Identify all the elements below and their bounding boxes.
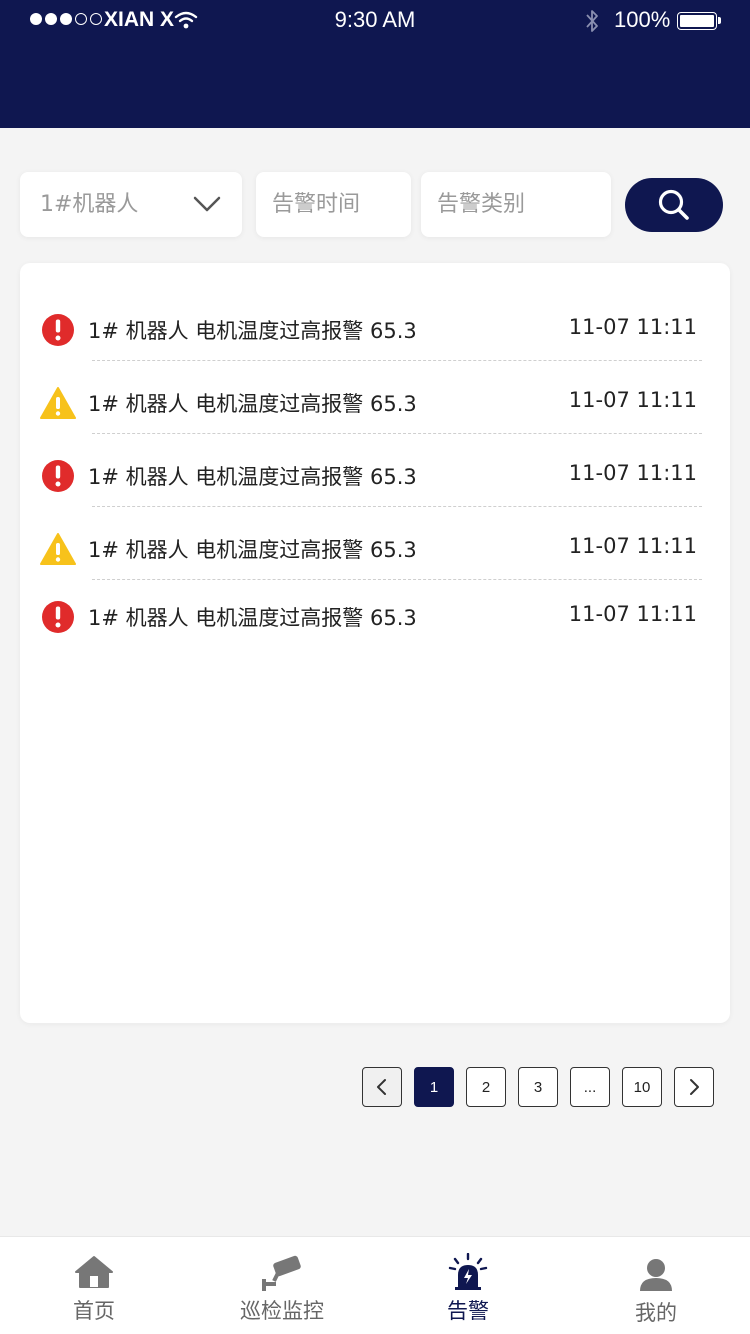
alarm-message: 1# 机器人 电机温度过高报警 65.3 bbox=[88, 392, 417, 416]
header-bar: XIAN X 9:30 AM 100% bbox=[0, 0, 750, 128]
search-icon bbox=[658, 189, 689, 220]
page-ellipsis[interactable]: ... bbox=[570, 1067, 610, 1107]
next-page-button[interactable] bbox=[674, 1067, 714, 1107]
chevron-right-icon bbox=[690, 1079, 699, 1095]
tab-alarm-label: 告警 bbox=[447, 1299, 489, 1323]
warning-icon bbox=[40, 533, 76, 565]
page-button-3[interactable]: 3 bbox=[518, 1067, 558, 1107]
alarm-time: 11-07 11:11 bbox=[568, 602, 697, 626]
row-divider bbox=[92, 579, 702, 580]
camera-icon bbox=[262, 1255, 301, 1291]
tab-home[interactable]: 首页 bbox=[40, 1237, 148, 1334]
alarm-time-input[interactable]: 告警时间 bbox=[256, 172, 411, 237]
tab-home-label: 首页 bbox=[73, 1299, 115, 1323]
warning-icon bbox=[40, 387, 76, 419]
row-divider bbox=[92, 360, 702, 361]
alarm-time: 11-07 11:11 bbox=[568, 534, 697, 558]
alarm-type-placeholder: 告警类别 bbox=[437, 192, 526, 217]
tab-profile[interactable]: 我的 bbox=[604, 1237, 708, 1334]
alarm-message: 1# 机器人 电机温度过高报警 65.3 bbox=[88, 538, 417, 562]
alarm-message: 1# 机器人 电机温度过高报警 65.3 bbox=[88, 606, 417, 630]
error-icon bbox=[42, 314, 74, 346]
page-button-2[interactable]: 2 bbox=[466, 1067, 506, 1107]
alarm-time: 11-07 11:11 bbox=[568, 315, 697, 339]
alarm-row[interactable]: 1# 机器人 电机温度过高报警 65.3 11-07 11:11 bbox=[20, 373, 730, 433]
alarm-time: 11-07 11:11 bbox=[568, 461, 697, 485]
alarm-row[interactable]: 1# 机器人 电机温度过高报警 65.3 11-07 11:11 bbox=[20, 587, 730, 647]
tab-alarm[interactable]: 告警 bbox=[416, 1237, 520, 1334]
robot-select[interactable]: 1#机器人 bbox=[20, 172, 242, 237]
alarm-message: 1# 机器人 电机温度过高报警 65.3 bbox=[88, 465, 417, 489]
user-icon bbox=[640, 1259, 672, 1291]
battery-icon bbox=[677, 12, 717, 30]
alarm-time: 11-07 11:11 bbox=[568, 388, 697, 412]
alarm-time-placeholder: 告警时间 bbox=[272, 192, 361, 217]
tab-patrol-monitor-label: 巡检监控 bbox=[240, 1299, 324, 1323]
alarm-row[interactable]: 1# 机器人 电机温度过高报警 65.3 11-07 11:11 bbox=[20, 300, 730, 360]
alarm-type-input[interactable]: 告警类别 bbox=[421, 172, 611, 237]
error-icon bbox=[42, 460, 74, 492]
alarm-row[interactable]: 1# 机器人 电机温度过高报警 65.3 11-07 11:11 bbox=[20, 519, 730, 579]
robot-select-value: 1#机器人 bbox=[40, 192, 139, 217]
bluetooth-icon bbox=[586, 10, 598, 32]
row-divider bbox=[92, 433, 702, 434]
search-button[interactable] bbox=[625, 178, 723, 232]
page-button-10[interactable]: 10 bbox=[622, 1067, 662, 1107]
alarm-row[interactable]: 1# 机器人 电机温度过高报警 65.3 11-07 11:11 bbox=[20, 446, 730, 506]
page-button-1[interactable]: 1 bbox=[414, 1067, 454, 1107]
row-divider bbox=[92, 506, 702, 507]
tab-profile-label: 我的 bbox=[635, 1301, 677, 1325]
alarm-list: 1# 机器人 电机温度过高报警 65.3 11-07 11:11 1# 机器人 … bbox=[20, 263, 730, 1023]
status-bar: XIAN X 9:30 AM 100% bbox=[0, 0, 750, 42]
battery-percentage: 100% bbox=[614, 7, 671, 32]
alarm-light-icon bbox=[448, 1253, 488, 1290]
alarm-message: 1# 机器人 电机温度过高报警 65.3 bbox=[88, 319, 417, 343]
error-icon bbox=[42, 601, 74, 633]
tab-bar: 首页 巡检监控 告警 我的 bbox=[0, 1236, 750, 1334]
tab-patrol-monitor[interactable]: 巡检监控 bbox=[220, 1237, 344, 1334]
chevron-down-icon bbox=[193, 196, 221, 212]
home-icon bbox=[75, 1256, 113, 1288]
prev-page-button[interactable] bbox=[362, 1067, 402, 1107]
chevron-left-icon bbox=[377, 1079, 386, 1095]
